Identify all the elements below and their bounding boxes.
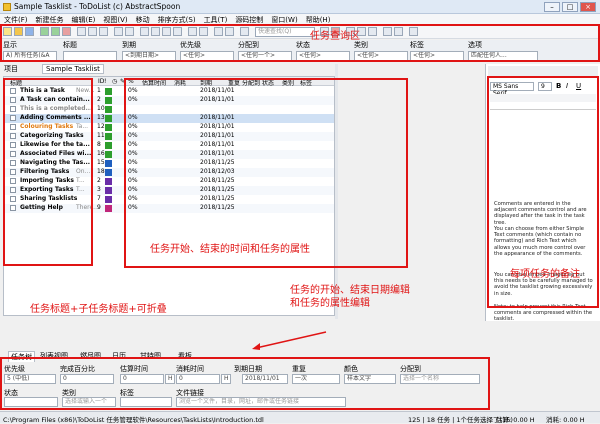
editing-arrow: [250, 330, 330, 350]
menu-item[interactable]: 视图(V): [99, 15, 131, 25]
maximize-button[interactable]: □: [562, 2, 578, 12]
task-id: 11: [97, 132, 105, 139]
notes-annotation: 每项任务的备注: [510, 269, 580, 280]
task-id: 12: [97, 123, 105, 130]
project-tab-label: 项目: [4, 65, 18, 73]
task-id: 2: [97, 96, 101, 103]
priority-badge: [105, 159, 112, 167]
task-id: 3: [97, 186, 101, 193]
task-id: 2: [97, 177, 101, 184]
priority-badge: [105, 114, 112, 122]
close-button[interactable]: ×: [580, 2, 596, 12]
menu-item[interactable]: 移动: [132, 15, 154, 25]
task-id: 13: [97, 114, 105, 121]
app-icon: [3, 3, 11, 11]
task-id: 1: [97, 87, 101, 94]
task-id: 8: [97, 141, 101, 148]
priority-badge: [105, 177, 112, 185]
priority-badge: [105, 141, 112, 149]
task-id: 10: [97, 105, 105, 112]
tab-sample-tasklist[interactable]: Sample Tasklist: [42, 64, 104, 74]
task-id: 18: [97, 168, 105, 175]
priority-badge: [105, 96, 112, 104]
menu-item[interactable]: 窗口(W): [267, 15, 301, 25]
task-id: 9: [97, 204, 101, 211]
task-id: 7: [97, 195, 101, 202]
priority-badge: [105, 87, 112, 95]
status-bar: C:\Program Files (x86)\ToDoList 任务管理软件\R…: [0, 411, 600, 424]
priority-badge: [105, 195, 112, 203]
query-area-annotation: 任务查询区: [310, 31, 360, 42]
menu-item[interactable]: 工具(T): [200, 15, 232, 25]
priority-badge: [105, 150, 112, 158]
priority-badge: [105, 204, 112, 212]
task-id: 16: [97, 150, 105, 157]
attributes-annotation: 任务开始、结束的时间和任务的属性: [150, 244, 310, 255]
menu-item[interactable]: 新建任务: [32, 15, 68, 25]
editing-annotation: 任务的开始、结束日期编辑 和任务的属性编辑: [290, 285, 410, 309]
menu-item[interactable]: 源码控制: [231, 15, 267, 25]
priority-badge: [105, 168, 112, 176]
priority-badge: [105, 105, 112, 113]
column-header[interactable]: !: [104, 78, 106, 85]
title-bar: Sample Tasklist - ToDoList (c) AbstractS…: [0, 0, 600, 14]
menu-item[interactable]: 帮助(H): [302, 15, 335, 25]
menu-item[interactable]: 编辑(E): [68, 15, 100, 25]
priority-badge: [105, 132, 112, 140]
priority-badge: [105, 186, 112, 194]
column-header[interactable]: ◷: [112, 78, 117, 85]
edit-area-box: [0, 357, 490, 410]
task-id: 15: [97, 159, 105, 166]
comments-header: [488, 66, 598, 76]
menu-item[interactable]: 文件(F): [0, 15, 32, 25]
minimize-button[interactable]: –: [544, 2, 560, 12]
window-title: Sample Tasklist - ToDoList (c) AbstractS…: [14, 2, 181, 11]
menu-item[interactable]: 排序方式(S): [154, 15, 200, 25]
tasklist-tabs: 项目 Sample Tasklist: [0, 64, 485, 74]
titles-box: [3, 78, 93, 266]
priority-badge: [105, 123, 112, 131]
titles-annotation: 任务标题+子任务标题+可折叠: [30, 304, 167, 315]
query-area-box: [0, 24, 600, 62]
